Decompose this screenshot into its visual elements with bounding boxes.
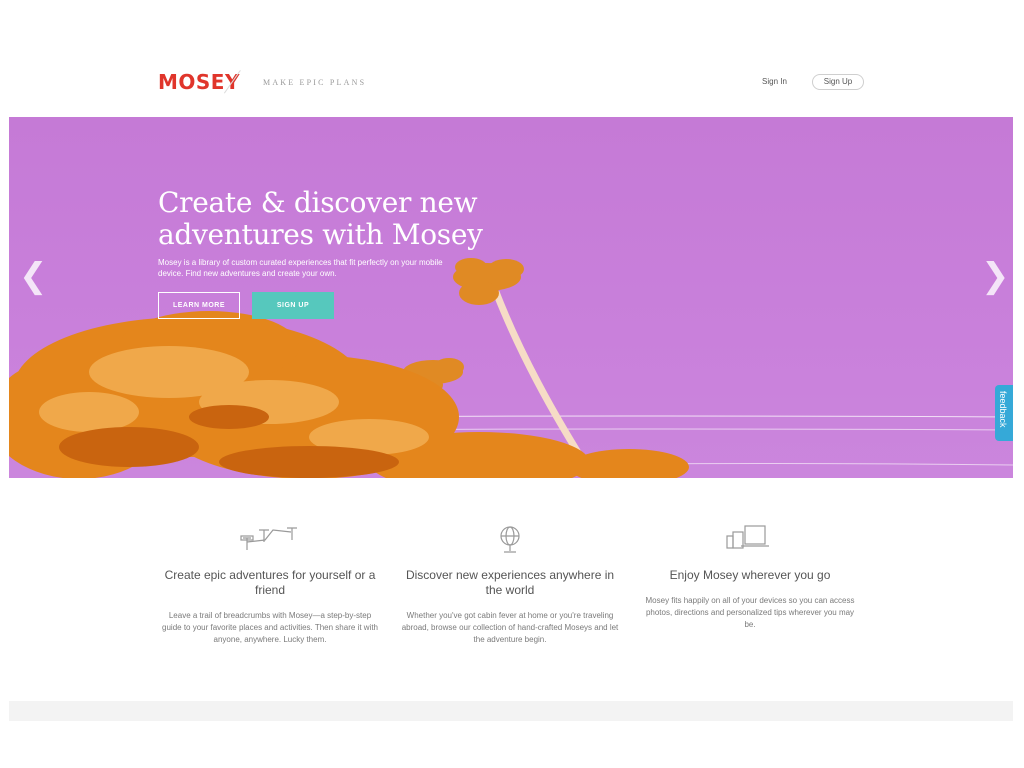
footer-band bbox=[9, 701, 1013, 721]
feedback-label: feedback bbox=[998, 391, 1008, 428]
globe-icon bbox=[500, 526, 520, 553]
breadcrumbs-pins-icon bbox=[240, 527, 297, 550]
mosey-logo[interactable]: MOSEY bbox=[158, 70, 240, 94]
feature-text: Whether you've got cabin fever at home o… bbox=[401, 611, 619, 644]
feedback-tab[interactable]: feedback bbox=[995, 385, 1013, 441]
site-header: MOSEY MAKE EPIC PLANS Sign In Sign Up bbox=[0, 0, 1024, 117]
hero-title: Create & discover new adventures with Mo… bbox=[158, 186, 483, 251]
sign-in-link[interactable]: Sign In bbox=[762, 77, 787, 86]
hero-banner: Create & discover new adventures with Mo… bbox=[9, 117, 1013, 478]
feature-title: Enjoy Mosey wherever you go bbox=[669, 568, 831, 582]
feature-title: Discover new experiences anywhere in the… bbox=[405, 568, 615, 597]
feature-text: Mosey fits happily on all of your device… bbox=[645, 596, 855, 629]
chevron-left-icon[interactable]: ❮ bbox=[19, 259, 48, 293]
feature-text: Leave a trail of breadcrumbs with Mosey—… bbox=[162, 611, 378, 644]
devices-icon bbox=[726, 525, 769, 549]
feature-discover: Discover new experiences anywhere in the… bbox=[400, 520, 620, 646]
feature-create: Create epic adventures for yourself or a… bbox=[160, 520, 380, 646]
learn-more-button[interactable]: LEARN MORE bbox=[158, 292, 240, 319]
hero-description: Mosey is a library of custom curated exp… bbox=[158, 258, 443, 278]
chevron-right-icon[interactable]: ❯ bbox=[981, 259, 1010, 293]
hero-sign-up-button[interactable]: SIGN UP bbox=[252, 292, 334, 319]
sign-up-button[interactable]: Sign Up bbox=[812, 74, 864, 90]
feature-devices: Enjoy Mosey wherever you go Mosey fits h… bbox=[640, 520, 860, 631]
feature-title: Create epic adventures for yourself or a… bbox=[164, 568, 376, 597]
tagline: MAKE EPIC PLANS bbox=[263, 78, 367, 87]
